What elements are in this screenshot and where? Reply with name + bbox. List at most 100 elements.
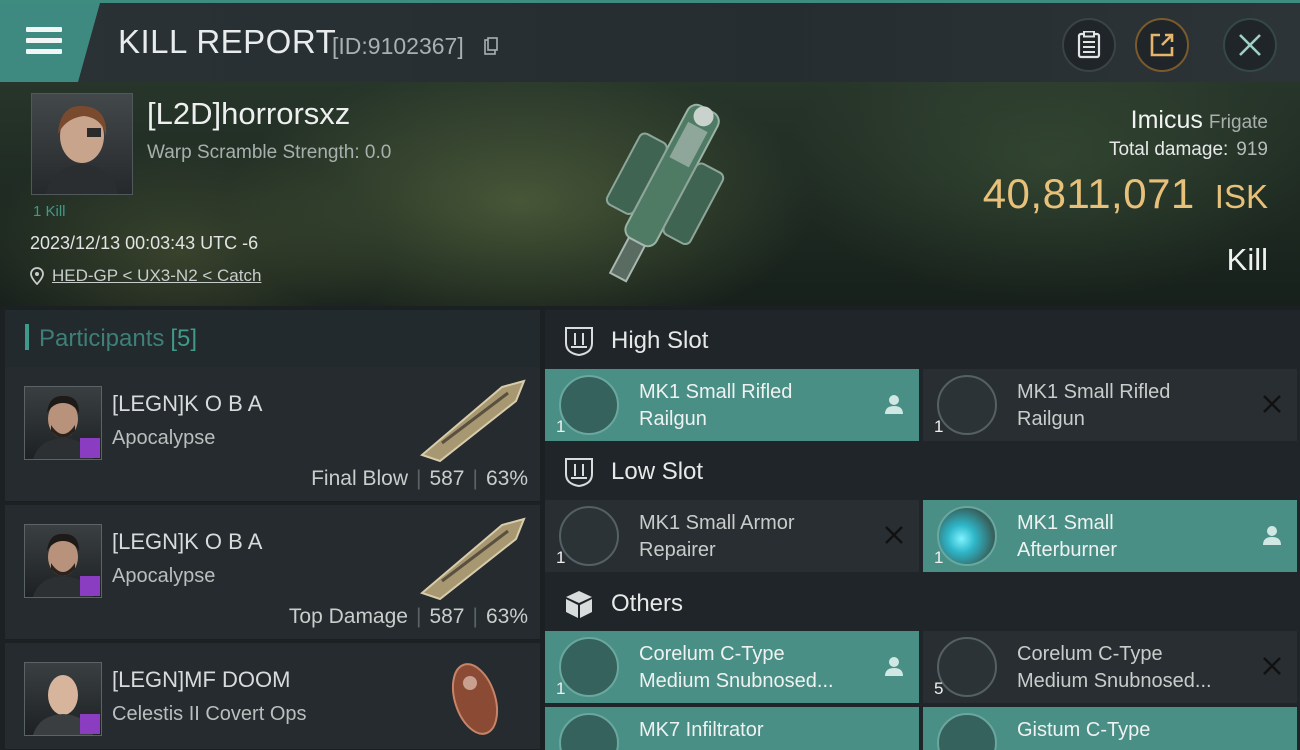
item-name-line2: Medium Snubnosed... <box>1017 670 1212 692</box>
participant-ship-image <box>420 517 526 601</box>
gistum-icon <box>937 713 997 750</box>
armor-repairer-icon <box>559 506 619 566</box>
item-name-line2: Afterburner <box>1017 539 1118 561</box>
participant-row[interactable]: [LEGN]MF DOOM Celestis II Covert Ops <box>5 643 540 750</box>
others-header: Others <box>545 575 1300 633</box>
kill-datetime: 2023/12/13 00:03:43 UTC -6 <box>30 233 259 253</box>
close-icon <box>1239 34 1261 56</box>
others-icon <box>566 591 592 618</box>
isk-unit: ISK <box>1214 178 1268 215</box>
participants-title-wrap: Participants [5] <box>39 325 197 353</box>
item-name-line2: Repairer <box>639 539 716 561</box>
clipboard-icon <box>1077 31 1101 59</box>
page-title: KILL REPORT <box>118 23 337 60</box>
participant-avatar[interactable] <box>24 662 102 736</box>
item-name-line1: MK7 Infiltrator <box>639 719 764 741</box>
railgun-icon <box>937 375 997 435</box>
participants-title: Participants <box>39 325 165 352</box>
kill-result: Kill <box>1226 242 1268 277</box>
corp-badge-icon <box>80 576 100 596</box>
fitting-item[interactable]: 1 MK1 Small Armor Repairer <box>545 500 919 572</box>
menu-icon[interactable] <box>26 25 62 57</box>
destroyed-icon <box>1263 395 1281 413</box>
location-pin-icon <box>30 267 44 285</box>
item-quantity: 5 <box>934 679 944 698</box>
participants-count: [5] <box>170 325 198 352</box>
participant-row[interactable]: [LEGN]K O B A Apocalypse Final Blow | 587 |… <box>5 367 540 502</box>
accent-bar <box>25 324 29 350</box>
item-name: Gistum C-Type <box>1017 717 1257 744</box>
participant-ship: Apocalypse <box>112 427 216 449</box>
fitting-item[interactable]: 1 MK1 Small Rifled Railgun <box>545 369 919 441</box>
high-slot-icon <box>565 327 593 357</box>
item-name: MK1 Small Armor Repairer <box>639 510 879 564</box>
item-name-line1: MK1 Small Rifled <box>639 381 793 403</box>
header-bar: KILL REPORT [ID:9102367] <box>0 0 1300 82</box>
corp-badge-icon <box>80 714 100 734</box>
close-button[interactable] <box>1223 18 1277 72</box>
fitting-item[interactable]: Gistum C-Type <box>923 707 1297 750</box>
participant-percent: 63% <box>485 467 528 490</box>
location-text[interactable]: HED-GP < UX3-N2 < Catch <box>52 266 261 286</box>
dropped-icon <box>885 657 903 676</box>
dropped-icon <box>1263 526 1281 545</box>
item-name: MK7 Infiltrator <box>639 717 879 744</box>
item-name-line2: Railgun <box>1017 408 1085 430</box>
fitting-item[interactable]: MK7 Infiltrator <box>545 707 919 750</box>
item-name: MK1 Small Afterburner <box>1017 510 1257 564</box>
item-name-line1: Corelum C-Type <box>1017 643 1163 665</box>
fitting-item[interactable]: 1 MK1 Small Rifled Railgun <box>923 369 1297 441</box>
victim-panel: [L2D]horrorsxz Warp Scramble Strength: 0… <box>0 82 1300 306</box>
high-slot-title: High Slot <box>611 327 709 354</box>
item-quantity: 1 <box>556 548 566 567</box>
launcher-icon <box>937 637 997 697</box>
participant-avatar[interactable] <box>24 386 102 460</box>
participant-damage: 587 <box>429 605 465 628</box>
clipboard-button[interactable] <box>1062 18 1116 72</box>
high-slot-header: High Slot <box>545 312 1300 370</box>
item-name: MK1 Small Rifled Railgun <box>1017 379 1257 433</box>
low-slot-title: Low Slot <box>611 458 704 485</box>
participant-role: Final Blow <box>311 467 408 490</box>
participant-ship: Celestis II Covert Ops <box>112 703 307 725</box>
participant-percent: 63% <box>485 605 528 628</box>
share-button[interactable] <box>1135 18 1189 72</box>
participant-ship: Apocalypse <box>112 565 216 587</box>
railgun-icon <box>559 375 619 435</box>
low-slot-header: Low Slot <box>545 443 1300 501</box>
participant-row[interactable]: [LEGN]K O B A Apocalypse Top Damage | 587 |… <box>5 505 540 640</box>
copy-icon[interactable] <box>484 37 498 55</box>
launcher-icon <box>559 637 619 697</box>
location-link[interactable]: HED-GP < UX3-N2 < Catch <box>30 265 261 287</box>
item-name-line1: MK1 Small <box>1017 512 1114 534</box>
report-id: [ID:9102367] <box>332 33 464 59</box>
participant-ship-image <box>420 379 526 463</box>
isk-value: 40,811,071 <box>982 170 1195 217</box>
fitting-item[interactable]: 1 Corelum C-Type Medium Snubnosed... <box>545 631 919 703</box>
participant-name[interactable]: [LEGN]K O B A <box>112 529 262 555</box>
participant-ship-image <box>451 663 499 735</box>
corp-badge-icon <box>80 438 100 458</box>
fitting-item[interactable]: 1 MK1 Small Afterburner <box>923 500 1297 572</box>
participant-name[interactable]: [LEGN]MF DOOM <box>112 667 290 693</box>
dropped-icon <box>885 395 903 414</box>
afterburner-icon <box>937 506 997 566</box>
participant-name[interactable]: [LEGN]K O B A <box>112 391 262 417</box>
item-name-line1: Gistum C-Type <box>1017 719 1151 741</box>
item-quantity: 1 <box>934 548 944 567</box>
infiltrator-icon <box>559 713 619 750</box>
victim-ship-type: Imicus Frigate <box>1131 106 1268 135</box>
low-slot-icon <box>565 458 593 488</box>
others-title: Others <box>611 590 684 617</box>
share-icon <box>1150 33 1174 57</box>
destroyed-icon <box>1263 657 1281 675</box>
fittings-panel: High Slot 1 MK1 Small Rifled Railgun 1 MK… <box>545 310 1300 750</box>
fitting-item[interactable]: 5 Corelum C-Type Medium Snubnosed... <box>923 631 1297 703</box>
item-name-line2: Medium Snubnosed... <box>639 670 834 692</box>
participants-panel: Participants [5] [LEGN]K O B A Apocalypse… <box>0 310 540 750</box>
victim-name[interactable]: [L2D]horrorsxz <box>147 96 350 132</box>
victim-ship-name[interactable]: Imicus <box>1131 106 1203 134</box>
item-name: Corelum C-Type Medium Snubnosed... <box>639 641 879 695</box>
participant-avatar[interactable] <box>24 524 102 598</box>
victim-avatar[interactable] <box>31 93 133 195</box>
